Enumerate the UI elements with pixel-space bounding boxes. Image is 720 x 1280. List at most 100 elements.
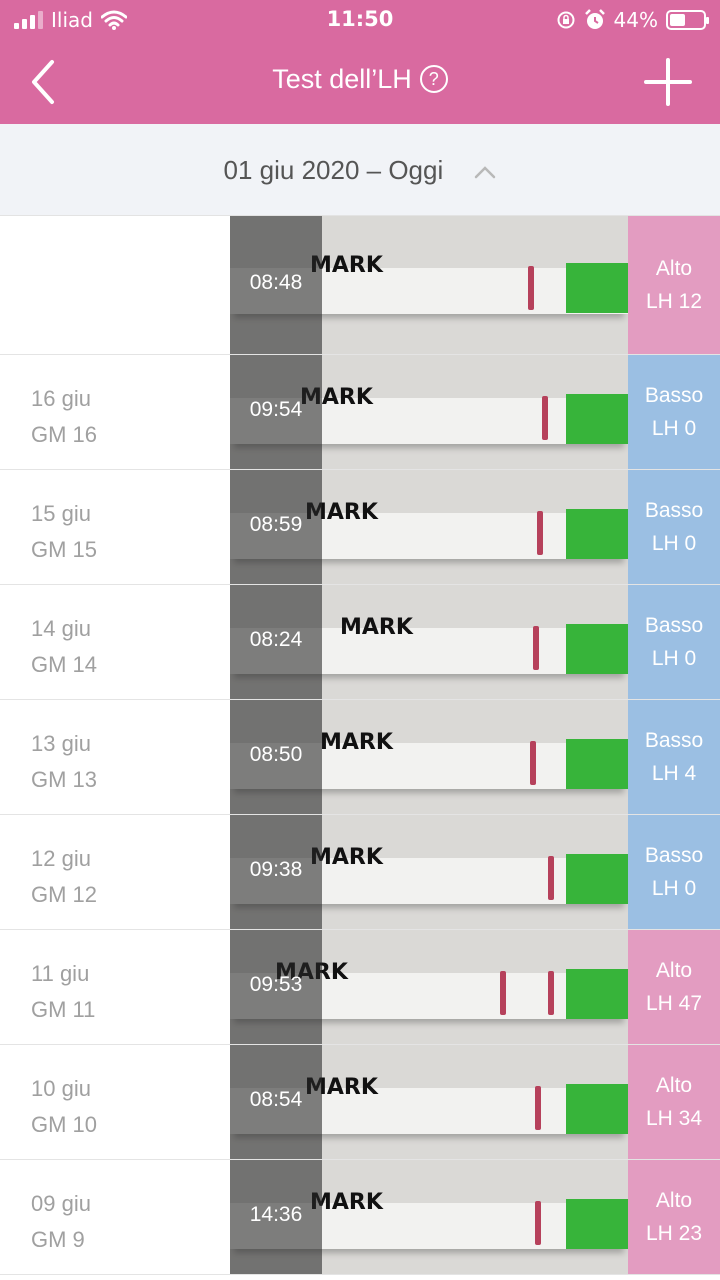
row-date: 10 giu GM 10 xyxy=(31,1071,97,1143)
result-level: Alto xyxy=(655,257,693,280)
result-level: Basso xyxy=(644,844,704,867)
test-line xyxy=(537,511,543,556)
strip-handle xyxy=(566,623,628,674)
strip-handle xyxy=(566,393,628,444)
result-badge: Alto LH 47 xyxy=(628,930,720,1044)
test-time: 09:38 xyxy=(249,858,303,881)
test-row[interactable]: 13 giu GM 13 MARK 08:50 Basso LH 4 xyxy=(0,700,720,815)
result-level: Basso xyxy=(644,499,704,522)
status-right: 44% xyxy=(556,8,709,32)
test-line xyxy=(535,1201,541,1246)
test-time: 09:53 xyxy=(249,973,303,996)
row-date: 14 giu GM 14 xyxy=(31,611,97,683)
strip-handle xyxy=(566,738,628,789)
strip-handle xyxy=(566,853,628,904)
row-day: 14 giu xyxy=(31,616,91,641)
test-row[interactable]: 09 giu GM 9 MARK 14:36 Alto LH 23 xyxy=(0,1160,720,1275)
battery-icon xyxy=(666,10,709,30)
result-lh-value: LH 0 xyxy=(651,877,697,900)
test-row[interactable]: 11 giu GM 11 MARK09:53 Alto LH 47 xyxy=(0,930,720,1045)
result-level: Basso xyxy=(644,729,704,752)
test-row[interactable]: 10 giu GM 10 MARK 08:54 Alto LH 34 xyxy=(0,1045,720,1160)
row-cycle-day: GM 15 xyxy=(31,537,98,562)
row-day: 09 giu xyxy=(31,1191,91,1216)
result-lh-value: LH 47 xyxy=(645,992,703,1015)
test-list: MARK 08:48 Alto LH 12 16 giu GM 16 MARK 09:54 Ba… xyxy=(0,216,720,1280)
test-strip-photo[interactable]: MARK 09:54 xyxy=(230,355,628,469)
test-time: 08:59 xyxy=(249,513,303,536)
test-row[interactable]: MARK 08:48 Alto LH 12 xyxy=(0,216,720,355)
result-badge: Alto LH 34 xyxy=(628,1045,720,1159)
result-text: Alto LH 23 xyxy=(628,1184,720,1250)
test-time: 08:24 xyxy=(249,628,303,651)
test-strip-photo[interactable]: MARK 08:24 xyxy=(230,585,628,699)
row-date: 16 giu GM 16 xyxy=(31,381,97,453)
result-badge: Basso LH 0 xyxy=(628,585,720,699)
test-row[interactable]: 12 giu GM 12 MARK 09:38 Basso LH 0 xyxy=(0,815,720,930)
row-day: 15 giu xyxy=(31,501,91,526)
result-level: Alto xyxy=(655,1074,693,1097)
result-text: Alto LH 12 xyxy=(628,252,720,318)
test-strip-photo[interactable]: MARK09:53 xyxy=(230,930,628,1044)
alarm-icon xyxy=(584,9,605,29)
row-day: 12 giu xyxy=(31,846,91,871)
test-strip-photo[interactable]: MARK 08:59 xyxy=(230,470,628,584)
row-date: 12 giu GM 12 xyxy=(31,841,97,913)
result-level: Alto xyxy=(655,1189,693,1212)
row-cycle-day: GM 16 xyxy=(31,422,98,447)
result-badge: Basso LH 4 xyxy=(628,700,720,814)
rotation-lock-icon xyxy=(557,11,575,29)
row-date: 15 giu GM 15 xyxy=(31,496,97,568)
result-text: Basso LH 0 xyxy=(628,609,720,675)
test-time: 08:50 xyxy=(249,743,303,766)
plus-icon[interactable] xyxy=(644,58,692,106)
status-bar: Iliad 11:50 44% xyxy=(0,0,720,40)
result-badge: Basso LH 0 xyxy=(628,470,720,584)
result-badge: Alto LH 12 xyxy=(628,216,720,354)
strip-handle xyxy=(566,508,628,559)
help-icon[interactable]: ? xyxy=(419,65,448,93)
strip-mark-label: MARK xyxy=(320,729,393,755)
result-lh-value: LH 0 xyxy=(651,647,697,670)
test-strip-photo[interactable]: MARK 08:54 xyxy=(230,1045,628,1159)
date-range-selector[interactable]: 01 giu 2020 – Oggi xyxy=(0,124,720,216)
row-day: 16 giu xyxy=(31,386,91,411)
row-cycle-day: GM 9 xyxy=(31,1227,85,1252)
test-line xyxy=(533,626,539,671)
test-line xyxy=(535,1086,541,1131)
result-badge: Basso LH 0 xyxy=(628,355,720,469)
strip-handle xyxy=(566,1083,628,1134)
strip-mark-label: MARK xyxy=(340,614,413,640)
test-row[interactable]: 15 giu GM 15 MARK 08:59 Basso LH 0 xyxy=(0,470,720,585)
result-lh-value: LH 4 xyxy=(651,762,697,785)
test-strip-photo[interactable]: MARK 08:50 xyxy=(230,700,628,814)
test-time: 08:54 xyxy=(249,1088,303,1111)
test-strip-photo[interactable]: MARK 09:38 xyxy=(230,815,628,929)
result-text: Alto LH 47 xyxy=(628,954,720,1020)
row-day: 11 giu xyxy=(31,961,90,986)
row-date: 13 giu GM 13 xyxy=(31,726,97,798)
row-date: 09 giu GM 9 xyxy=(31,1186,91,1258)
result-level: Basso xyxy=(644,384,704,407)
result-level: Basso xyxy=(644,614,704,637)
test-strip-photo[interactable]: MARK 14:36 xyxy=(230,1160,628,1274)
test-line xyxy=(500,971,506,1016)
result-badge: Alto LH 23 xyxy=(628,1160,720,1274)
test-row[interactable]: 14 giu GM 14 MARK 08:24 Basso LH 0 xyxy=(0,585,720,700)
test-time: 08:48 xyxy=(249,271,303,294)
strip-handle xyxy=(566,1198,628,1249)
row-cycle-day: GM 11 xyxy=(31,997,96,1022)
test-row[interactable]: 16 giu GM 16 MARK 09:54 Basso LH 0 xyxy=(0,355,720,470)
result-lh-value: LH 34 xyxy=(645,1107,703,1130)
result-lh-value: LH 23 xyxy=(645,1222,703,1245)
test-line xyxy=(530,741,536,786)
result-lh-value: LH 0 xyxy=(651,417,697,440)
page-title: Test dell’LH? xyxy=(0,64,720,95)
page-title-text: Test dell’LH xyxy=(272,64,412,94)
test-line xyxy=(528,265,534,310)
row-cycle-day: GM 14 xyxy=(31,652,98,677)
date-range-label: 01 giu 2020 – Oggi xyxy=(223,155,444,185)
result-level: Alto xyxy=(655,959,693,982)
result-text: Alto LH 34 xyxy=(628,1069,720,1135)
test-strip-photo[interactable]: MARK 08:48 xyxy=(230,216,628,354)
